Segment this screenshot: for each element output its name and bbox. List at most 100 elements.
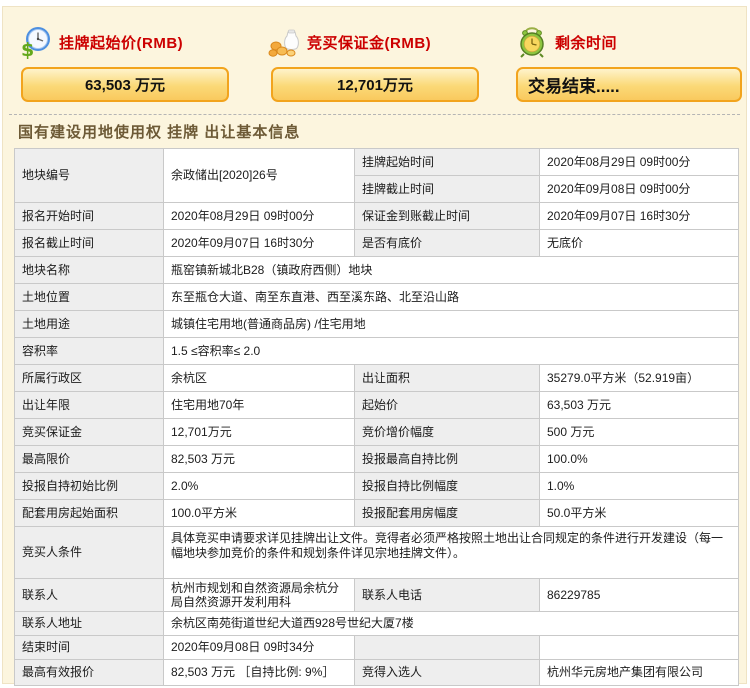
field-plot-ratio-label: 容积率	[15, 338, 164, 365]
table-row: 土地位置 东至瓶仓大道、南至东直港、西至溪东路、北至沿山路	[15, 284, 739, 311]
field-deposit-deadline-label: 保证金到账截止时间	[355, 203, 540, 230]
field-price-cap-value: 82,503 万元	[164, 446, 355, 473]
deposit-value-box: 12,701万元	[271, 67, 479, 102]
field-support-area-step-label: 投报配套用房幅度	[355, 500, 540, 527]
field-district-value: 余杭区	[164, 365, 355, 392]
field-self-hold-step-label: 投报自持比例幅度	[355, 473, 540, 500]
field-max-self-hold-label: 投报最高自持比例	[355, 446, 540, 473]
deposit-value: 12,701万元	[337, 74, 413, 95]
field-deposit-deadline-value: 2020年09月07日 16时30分	[540, 203, 739, 230]
table-row: 最高有效报价 82,503 万元 ［自持比例: 9%］ 竞得入选人 杭州华元房地…	[15, 660, 739, 686]
field-self-hold-initial-value: 2.0%	[164, 473, 355, 500]
field-bidder-conditions-value: 具体竞买申请要求详见挂牌出让文件。竞得者必须严格按照土地出让合同规定的条件进行开…	[164, 527, 739, 579]
summary-item-time-left: 剩余时间	[515, 25, 617, 59]
basic-info-table: 地块编号 余政储出[2020]26号 挂牌起始时间 2020年08月29日 09…	[14, 148, 739, 686]
field-has-reserve-value: 无底价	[540, 230, 739, 257]
field-tenure-value: 住宅用地70年	[164, 392, 355, 419]
field-bid-deposit-label: 竞买保证金	[15, 419, 164, 446]
summary-item-deposit: 竞买保证金(RMB)	[267, 25, 431, 59]
field-area-value: 35279.0平方米（52.919亩）	[540, 365, 739, 392]
start-price-value: 63,503 万元	[85, 74, 165, 95]
field-contact-address-value: 余杭区南苑街道世纪大道西928号世纪大厦7楼	[164, 612, 739, 636]
field-self-hold-initial-label: 投报自持初始比例	[15, 473, 164, 500]
field-listing-end-label: 挂牌截止时间	[355, 176, 540, 203]
field-self-hold-step-value: 1.0%	[540, 473, 739, 500]
field-bid-deposit-value: 12,701万元	[164, 419, 355, 446]
field-area-label: 出让面积	[355, 365, 540, 392]
field-start-price-value: 63,503 万元	[540, 392, 739, 419]
field-support-area-start-label: 配套用房起始面积	[15, 500, 164, 527]
clock-money-icon: $	[19, 25, 53, 59]
field-support-area-step-value: 50.0平方米	[540, 500, 739, 527]
summary-label: 剩余时间	[555, 32, 617, 53]
money-bag-icon	[267, 25, 301, 59]
table-row: 竞买人条件 具体竞买申请要求详见挂牌出让文件。竞得者必须严格按照土地出让合同规定…	[15, 527, 739, 579]
summary-label: 竞买保证金(RMB)	[307, 32, 431, 53]
section-title: 国有建设用地使用权 挂牌 出让基本信息	[18, 121, 300, 142]
empty-value-cell	[540, 636, 739, 660]
field-start-price-label: 起始价	[355, 392, 540, 419]
field-tenure-label: 出让年限	[15, 392, 164, 419]
summary-label: 挂牌起始价(RMB)	[59, 32, 183, 53]
table-row: 地块编号 余政储出[2020]26号 挂牌起始时间 2020年08月29日 09…	[15, 149, 739, 176]
field-bidder-conditions-label: 竞买人条件	[15, 527, 164, 579]
field-plot-ratio-value: 1.5 ≤容积率≤ 2.0	[164, 338, 739, 365]
field-increment-value: 500 万元	[540, 419, 739, 446]
field-contact-phone-label: 联系人电话	[355, 579, 540, 612]
table-row: 报名截止时间 2020年09月07日 16时30分 是否有底价 无底价	[15, 230, 739, 257]
table-row: 联系人地址 余杭区南苑街道世纪大道西928号世纪大厦7楼	[15, 612, 739, 636]
field-contact-phone-value: 86229785	[540, 579, 739, 612]
table-row: 报名开始时间 2020年08月29日 09时00分 保证金到账截止时间 2020…	[15, 203, 739, 230]
field-highest-bid-value: 82,503 万元 ［自持比例: 9%］	[164, 660, 355, 686]
table-row: 土地用途 城镇住宅用地(普通商品房) /住宅用地	[15, 311, 739, 338]
field-contact-address-label: 联系人地址	[15, 612, 164, 636]
field-contact-value: 杭州市规划和自然资源局余杭分局自然资源开发利用科	[164, 579, 355, 612]
field-district-label: 所属行政区	[15, 365, 164, 392]
table-row: 出让年限 住宅用地70年 起始价 63,503 万元	[15, 392, 739, 419]
field-plot-number-value: 余政储出[2020]26号	[164, 149, 355, 203]
field-end-time-label: 结束时间	[15, 636, 164, 660]
field-winner-value: 杭州华元房地产集团有限公司	[540, 660, 739, 686]
table-row: 结束时间 2020年09月08日 09时34分	[15, 636, 739, 660]
field-highest-bid-label: 最高有效报价	[15, 660, 164, 686]
empty-label-cell	[355, 636, 540, 660]
field-land-use-label: 土地用途	[15, 311, 164, 338]
field-location-label: 土地位置	[15, 284, 164, 311]
field-end-time-value: 2020年09月08日 09时34分	[164, 636, 355, 660]
field-max-self-hold-value: 100.0%	[540, 446, 739, 473]
table-row: 所属行政区 余杭区 出让面积 35279.0平方米（52.919亩）	[15, 365, 739, 392]
table-row: 联系人 杭州市规划和自然资源局余杭分局自然资源开发利用科 联系人电话 86229…	[15, 579, 739, 612]
field-plot-number-label: 地块编号	[15, 149, 164, 203]
field-price-cap-label: 最高限价	[15, 446, 164, 473]
field-has-reserve-label: 是否有底价	[355, 230, 540, 257]
summary-item-start-price: $ 挂牌起始价(RMB)	[19, 25, 183, 59]
field-plot-name-label: 地块名称	[15, 257, 164, 284]
table-row: 配套用房起始面积 100.0平方米 投报配套用房幅度 50.0平方米	[15, 500, 739, 527]
field-listing-start-label: 挂牌起始时间	[355, 149, 540, 176]
field-signup-end-value: 2020年09月07日 16时30分	[164, 230, 355, 257]
time-left-value: 交易结束.....	[528, 72, 620, 97]
table-row: 地块名称 瓶窑镇新城北B28（镇政府西侧）地块	[15, 257, 739, 284]
field-contact-label: 联系人	[15, 579, 164, 612]
field-signup-start-label: 报名开始时间	[15, 203, 164, 230]
table-row: 最高限价 82,503 万元 投报最高自持比例 100.0%	[15, 446, 739, 473]
svg-text:$: $	[21, 39, 34, 59]
field-support-area-start-value: 100.0平方米	[164, 500, 355, 527]
table-row: 容积率 1.5 ≤容积率≤ 2.0	[15, 338, 739, 365]
field-listing-end-value: 2020年09月08日 09时00分	[540, 176, 739, 203]
dashed-divider	[9, 114, 740, 115]
time-left-value-box: 交易结束.....	[516, 67, 742, 102]
start-price-value-box: 63,503 万元	[21, 67, 229, 102]
field-winner-label: 竞得入选人	[355, 660, 540, 686]
alarm-clock-icon	[515, 25, 549, 59]
field-location-value: 东至瓶仓大道、南至东直港、西至溪东路、北至沿山路	[164, 284, 739, 311]
field-signup-start-value: 2020年08月29日 09时00分	[164, 203, 355, 230]
field-land-use-value: 城镇住宅用地(普通商品房) /住宅用地	[164, 311, 739, 338]
field-increment-label: 竞价增价幅度	[355, 419, 540, 446]
page-frame: $ 挂牌起始价(RMB) 63,503 万元 竞买保证金(RMB) 12,701…	[2, 6, 747, 684]
field-plot-name-value: 瓶窑镇新城北B28（镇政府西侧）地块	[164, 257, 739, 284]
field-signup-end-label: 报名截止时间	[15, 230, 164, 257]
field-listing-start-value: 2020年08月29日 09时00分	[540, 149, 739, 176]
table-row: 竞买保证金 12,701万元 竞价增价幅度 500 万元	[15, 419, 739, 446]
table-row: 投报自持初始比例 2.0% 投报自持比例幅度 1.0%	[15, 473, 739, 500]
